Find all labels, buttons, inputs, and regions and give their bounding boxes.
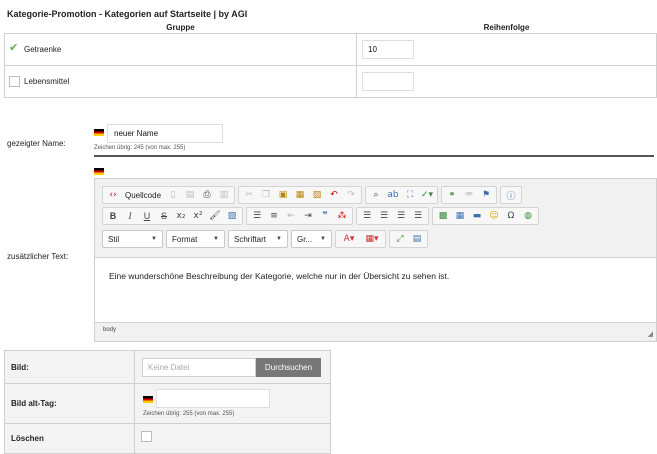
outdent-icon[interactable]: ⇤ (283, 208, 299, 224)
style-combo[interactable]: Stil ▼ (102, 230, 163, 248)
replace-icon[interactable]: ab (385, 187, 401, 203)
alt-chars-left: Zeichen übrig: 255 (von max. 255) (143, 411, 235, 417)
name-input[interactable] (107, 124, 223, 143)
bottom-table: Bild: Keine Datei Durchsuchen Bild alt-T… (4, 350, 331, 454)
unlink-icon[interactable]: ⚮ (461, 187, 477, 203)
smiley-icon[interactable]: ☺ (486, 208, 502, 224)
maximize-icon[interactable]: ⤢ (392, 231, 408, 247)
german-flag-icon (94, 168, 104, 175)
redo-icon[interactable]: ↷ (343, 187, 359, 203)
indent-icon[interactable]: ⇥ (300, 208, 316, 224)
chevron-down-icon: ▼ (320, 236, 326, 242)
table-row: Bild: Keine Datei Durchsuchen (4, 350, 331, 384)
size-combo[interactable]: Gr... ▼ (291, 230, 332, 248)
resize-handle-icon[interactable]: ◢ (648, 330, 653, 338)
about-icon[interactable]: ⓘ (503, 187, 519, 203)
align-left-icon[interactable]: ☰ (359, 208, 375, 224)
paste-text-icon[interactable]: ▦ (292, 187, 308, 203)
name-chars-left: Zeichen übrig: 245 (von max. 255) (94, 145, 186, 151)
table-row: Getraenke (4, 32, 657, 66)
font-combo[interactable]: Schriftart ▼ (228, 230, 288, 248)
source-button[interactable]: Quellcode (122, 187, 164, 203)
editor-content[interactable]: Eine wunderschöne Beschreibung der Kateg… (95, 257, 656, 323)
group-table: Gruppe Reihenfolge Getraenke Lebensmitte… (4, 22, 657, 98)
paste-icon[interactable]: ▣ (275, 187, 291, 203)
blockquote-icon[interactable]: ❞ (317, 208, 333, 224)
chevron-down-icon: ▼ (276, 236, 282, 242)
order-input-lebensmittel[interactable] (362, 71, 414, 91)
chevron-down-icon: ▼ (213, 236, 219, 242)
special-char-icon[interactable]: Ω (503, 208, 519, 224)
group-checkbox-lebensmittel[interactable] (9, 75, 20, 87)
col-header-order: Reihenfolge (483, 22, 530, 32)
group-checkbox-getraenke[interactable] (9, 41, 20, 55)
underline-button[interactable]: U (139, 208, 155, 224)
group-label: Getraenke (24, 44, 62, 54)
templates-icon[interactable]: ▥ (216, 187, 232, 203)
iframe-icon[interactable]: ◍ (520, 208, 536, 224)
browse-button[interactable]: Durchsuchen (256, 358, 321, 377)
print-icon[interactable]: ⎙ (199, 187, 215, 203)
show-blocks-icon[interactable]: ▤ (409, 231, 425, 247)
remove-format-icon[interactable]: 🖌 (207, 208, 223, 224)
format-combo[interactable]: Format ▼ (166, 230, 225, 248)
toolbar-row-2: B I U S x₂ x² 🖌 ▨ ☰ ≡ ⇤ ⇥ ❞ ⁂ ☰ ☰ ☰ ☰ ▩ … (102, 207, 539, 225)
table-insert-icon[interactable]: ▦ (452, 208, 468, 224)
strikethrough-button[interactable]: S (156, 208, 172, 224)
undo-icon[interactable]: ↶ (326, 187, 342, 203)
new-page-icon[interactable]: ▯ (165, 187, 181, 203)
chevron-down-icon: ▼ (151, 236, 157, 242)
bold-button[interactable]: B (105, 208, 121, 224)
find-icon[interactable]: ⌕ (368, 187, 384, 203)
align-right-icon[interactable]: ☰ (393, 208, 409, 224)
preview-icon[interactable]: ▤ (182, 187, 198, 203)
hr-icon[interactable]: ▬ (469, 208, 485, 224)
alt-tag-label: Bild alt-Tag: (4, 383, 135, 424)
delete-label: Löschen (4, 423, 135, 454)
editor-status-path[interactable]: body (103, 327, 116, 333)
source-icon[interactable]: ‹› (105, 187, 121, 203)
select-all-icon[interactable]: ⛶ (402, 187, 418, 203)
table-row: Bild alt-Tag: Zeichen übrig: 255 (von ma… (4, 383, 331, 424)
alt-tag-input[interactable] (156, 389, 270, 408)
editor-text: Eine wunderschöne Beschreibung der Kateg… (109, 271, 450, 281)
bg-color-icon[interactable]: ▦▾ (361, 231, 383, 247)
copy-icon[interactable]: ❐ (258, 187, 274, 203)
col-header-group: Gruppe (166, 22, 195, 32)
align-center-icon[interactable]: ☰ (376, 208, 392, 224)
anchor-icon[interactable]: ⚑ (478, 187, 494, 203)
table-row: Löschen (4, 423, 331, 454)
image-label: Bild: (4, 350, 135, 384)
bullet-list-icon[interactable]: ≡ (266, 208, 282, 224)
div-icon[interactable]: ⁂ (334, 208, 350, 224)
paste-word-icon[interactable]: ▧ (309, 187, 325, 203)
name-label: gezeigter Name: (7, 139, 66, 148)
toolbar-row-1: ‹› Quellcode ▯ ▤ ⎙ ▥ ✂ ❐ ▣ ▦ ▧ ↶ ↷ ⌕ ab … (102, 186, 523, 204)
toolbar-row-3: Stil ▼ Format ▼ Schriftart ▼ Gr... ▼ A▾ ▦▾ ⤢… (102, 230, 428, 248)
superscript-button[interactable]: x² (190, 208, 206, 224)
cut-icon[interactable]: ✂ (241, 187, 257, 203)
german-flag-icon (143, 396, 153, 403)
divider (94, 155, 654, 157)
image-insert-icon[interactable]: ▩ (435, 208, 451, 224)
italic-button[interactable]: I (122, 208, 138, 224)
image-icon[interactable]: ▨ (224, 208, 240, 224)
text-color-icon[interactable]: A▾ (338, 231, 360, 247)
german-flag-icon (94, 129, 104, 136)
rich-text-editor: ‹› Quellcode ▯ ▤ ⎙ ▥ ✂ ❐ ▣ ▦ ▧ ↶ ↷ ⌕ ab … (94, 178, 657, 342)
justify-icon[interactable]: ☰ (410, 208, 426, 224)
link-icon[interactable]: ⚭ (444, 187, 460, 203)
table-row: Lebensmittel (4, 64, 657, 98)
text-label: zusätzlicher Text: (7, 252, 69, 261)
order-input-getraenke[interactable] (362, 39, 414, 59)
delete-checkbox[interactable] (141, 431, 152, 442)
subscript-button[interactable]: x₂ (173, 208, 189, 224)
file-input[interactable]: Keine Datei (142, 358, 256, 377)
page-title: Kategorie-Promotion - Kategorien auf Sta… (7, 9, 248, 19)
group-label: Lebensmittel (24, 76, 70, 86)
spellcheck-icon[interactable]: ✓▾ (419, 187, 435, 203)
numbered-list-icon[interactable]: ☰ (249, 208, 265, 224)
